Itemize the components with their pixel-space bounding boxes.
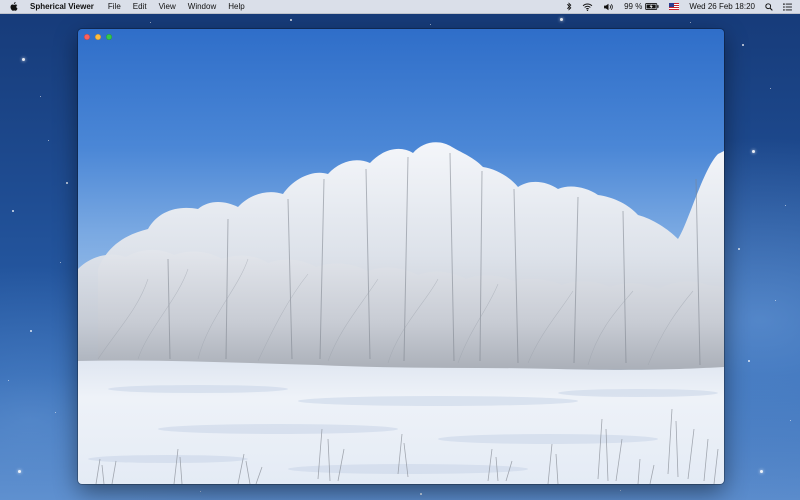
star: [620, 490, 621, 491]
star: [430, 24, 431, 25]
menu-app-name[interactable]: Spherical Viewer: [26, 0, 102, 13]
bluetooth-icon[interactable]: [561, 2, 577, 11]
star: [150, 22, 151, 23]
menu-help[interactable]: Help: [222, 0, 250, 13]
battery-percent: 99 %: [624, 2, 643, 11]
star: [560, 18, 563, 21]
star: [55, 412, 56, 413]
clock[interactable]: Wed 26 Feb 18:20: [684, 0, 760, 13]
battery-charging-icon: [645, 3, 659, 10]
star: [290, 19, 292, 21]
star: [775, 300, 776, 301]
menu-bar: Spherical Viewer File Edit View Window H…: [0, 0, 800, 14]
wifi-icon[interactable]: [577, 3, 598, 11]
list-icon[interactable]: [778, 2, 800, 11]
battery-status[interactable]: 99 %: [619, 0, 664, 13]
star: [12, 210, 14, 212]
star: [790, 420, 791, 421]
star: [770, 88, 771, 89]
volume-icon[interactable]: [598, 3, 619, 11]
star: [748, 360, 750, 362]
desktop-wallpaper: Spherical Viewer File Edit View Window H…: [0, 0, 800, 500]
panorama-viewport[interactable]: [78, 29, 724, 484]
star: [785, 205, 786, 206]
star: [48, 140, 49, 141]
window-minimize-button[interactable]: [95, 34, 101, 40]
menu-edit[interactable]: Edit: [127, 0, 153, 13]
menu-file[interactable]: File: [102, 0, 127, 13]
star: [738, 248, 740, 250]
star: [8, 380, 9, 381]
window-zoom-button[interactable]: [106, 34, 112, 40]
star: [40, 96, 41, 97]
star: [60, 262, 61, 263]
star: [420, 493, 422, 495]
star: [18, 470, 21, 473]
star: [200, 491, 201, 492]
star: [742, 44, 744, 46]
star: [66, 182, 68, 184]
menu-window[interactable]: Window: [182, 0, 222, 13]
menu-view[interactable]: View: [153, 0, 182, 13]
star: [30, 330, 32, 332]
search-icon[interactable]: [760, 2, 778, 11]
apple-logo-icon[interactable]: [9, 2, 18, 12]
star: [690, 22, 691, 23]
star: [760, 470, 763, 473]
us-flag-icon[interactable]: [664, 3, 684, 10]
viewer-window[interactable]: [78, 29, 724, 484]
window-close-button[interactable]: [84, 34, 90, 40]
star: [752, 150, 755, 153]
star: [22, 58, 25, 61]
